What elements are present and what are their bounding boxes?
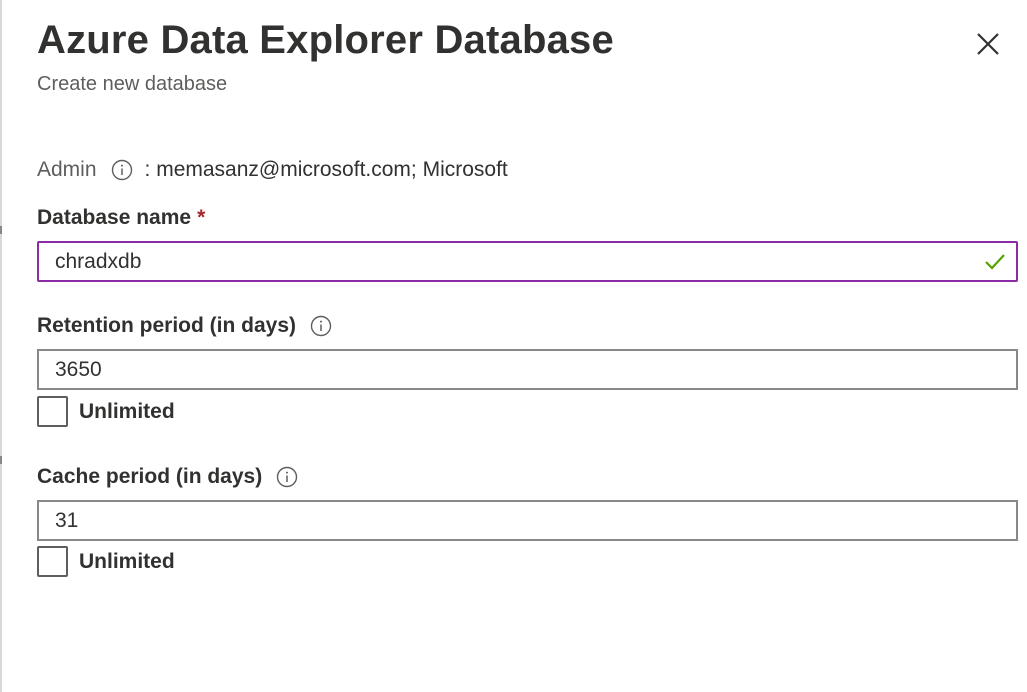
retention-period-label: Retention period (in days) xyxy=(37,314,332,338)
database-name-label: Database name * xyxy=(37,206,205,230)
info-icon[interactable] xyxy=(111,159,133,181)
cache-period-label-text: Cache period (in days) xyxy=(37,465,263,488)
retention-period-value: 3650 xyxy=(55,357,102,381)
cache-period-label: Cache period (in days) xyxy=(37,465,298,489)
panel-edge-marker xyxy=(0,226,2,234)
database-name-input[interactable]: chradxdb xyxy=(37,241,1018,282)
cache-unlimited-checkbox[interactable] xyxy=(37,546,68,577)
required-marker: * xyxy=(197,206,206,229)
info-icon[interactable] xyxy=(310,315,332,337)
retention-unlimited-checkbox-row[interactable]: Unlimited xyxy=(37,396,175,427)
admin-value: : memasanz@microsoft.com; Microsoft xyxy=(144,158,508,181)
close-button[interactable] xyxy=(970,26,1006,62)
database-name-value: chradxdb xyxy=(55,249,142,273)
retention-period-label-text: Retention period (in days) xyxy=(37,314,297,337)
panel-edge-marker xyxy=(0,456,2,464)
admin-row: Admin : memasanz@microsoft.com; Microsof… xyxy=(37,156,508,184)
retention-unlimited-checkbox[interactable] xyxy=(37,396,68,427)
info-icon[interactable] xyxy=(276,466,298,488)
panel-title: Azure Data Explorer Database xyxy=(37,18,614,62)
checkmark-icon xyxy=(985,254,1005,270)
cache-period-input[interactable]: 31 xyxy=(37,500,1018,541)
cache-unlimited-checkbox-row[interactable]: Unlimited xyxy=(37,546,175,577)
retention-unlimited-label[interactable]: Unlimited xyxy=(79,400,175,424)
close-icon xyxy=(977,33,999,55)
panel-left-border xyxy=(0,0,2,692)
panel-subtitle: Create new database xyxy=(37,73,228,95)
cache-unlimited-label[interactable]: Unlimited xyxy=(79,550,175,574)
admin-label: Admin xyxy=(37,158,97,181)
retention-period-input[interactable]: 3650 xyxy=(37,349,1018,390)
cache-period-value: 31 xyxy=(55,508,79,532)
database-name-label-text: Database name xyxy=(37,206,192,229)
